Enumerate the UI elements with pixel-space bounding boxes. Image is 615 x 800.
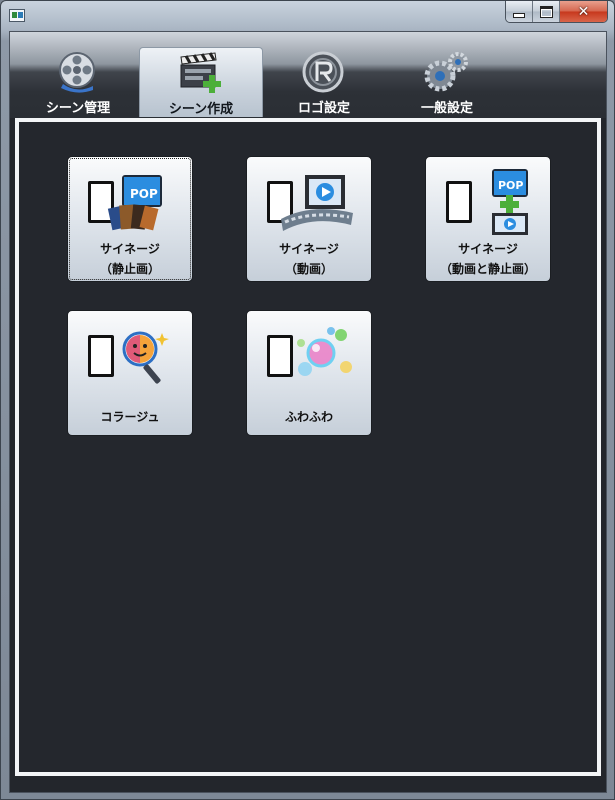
signage-video-still-button[interactable]: POP サイネージ （動画と静止画） <box>425 156 551 282</box>
tile-label: （動画） <box>284 262 333 276</box>
maximize-icon <box>539 5 553 18</box>
film-reel-icon <box>59 52 95 93</box>
window-controls: ✕ <box>505 1 608 23</box>
collage-icon <box>88 331 169 384</box>
tab-label: ロゴ設定 <box>297 101 350 116</box>
collage-button[interactable]: コラージュ <box>67 310 193 436</box>
tab-label: 一般設定 <box>420 101 473 116</box>
title-bar[interactable]: ✕ <box>1 1 614 31</box>
tile-label: （動画と静止画） <box>439 262 536 276</box>
clapperboard-add-icon <box>180 52 221 93</box>
gears-icon <box>424 52 468 92</box>
signage-still-button[interactable]: POP サイネージ （静止画） <box>67 156 193 282</box>
tab-label: シーン作成 <box>168 102 234 117</box>
bubbles-button[interactable]: ふわふわ <box>246 310 372 436</box>
bubbles-icon <box>267 327 352 377</box>
scene-create-panel: POP サイネージ （静止画） サイネージ （動画） POP サイネージ （動画… <box>15 118 601 776</box>
minimize-button[interactable] <box>506 1 533 22</box>
close-button[interactable]: ✕ <box>560 1 607 22</box>
tile-label: コラージュ <box>100 410 160 424</box>
tab-scene-management[interactable]: シーン管理 <box>16 47 140 117</box>
close-icon: ✕ <box>577 3 590 20</box>
tile-label: ふわふわ <box>284 410 333 424</box>
app-window: ✕ シーン管理 シーン作成 ロゴ設定 一般設定 POP サイネージ （静止画） … <box>0 0 615 800</box>
app-icon[interactable] <box>9 9 25 22</box>
tile-label: サイネージ <box>100 242 160 256</box>
client-area: シーン管理 シーン作成 ロゴ設定 一般設定 POP サイネージ （静止画） サイ… <box>9 31 607 793</box>
svg-text:POP: POP <box>498 179 523 192</box>
minimize-icon <box>513 13 525 18</box>
tab-label: シーン管理 <box>45 101 111 116</box>
signage-video-icon <box>267 175 353 231</box>
tab-scene-create[interactable]: シーン作成 <box>139 47 263 117</box>
tile-label: （静止画） <box>99 262 160 276</box>
signage-still-icon: POP <box>88 175 162 231</box>
tab-general-settings[interactable]: 一般設定 <box>385 47 509 117</box>
svg-text:POP: POP <box>130 187 158 201</box>
tile-label: サイネージ <box>458 242 518 256</box>
maximize-button[interactable] <box>533 1 560 22</box>
tile-label: サイネージ <box>279 242 339 256</box>
tab-bar: シーン管理 シーン作成 ロゴ設定 一般設定 <box>10 32 606 118</box>
tile-grid: POP サイネージ （静止画） サイネージ （動画） POP サイネージ （動画… <box>19 122 597 772</box>
logo-r-icon <box>302 51 344 93</box>
signage-video-still-icon: POP <box>446 169 528 235</box>
tab-logo-settings[interactable]: ロゴ設定 <box>262 47 386 117</box>
signage-video-button[interactable]: サイネージ （動画） <box>246 156 372 282</box>
